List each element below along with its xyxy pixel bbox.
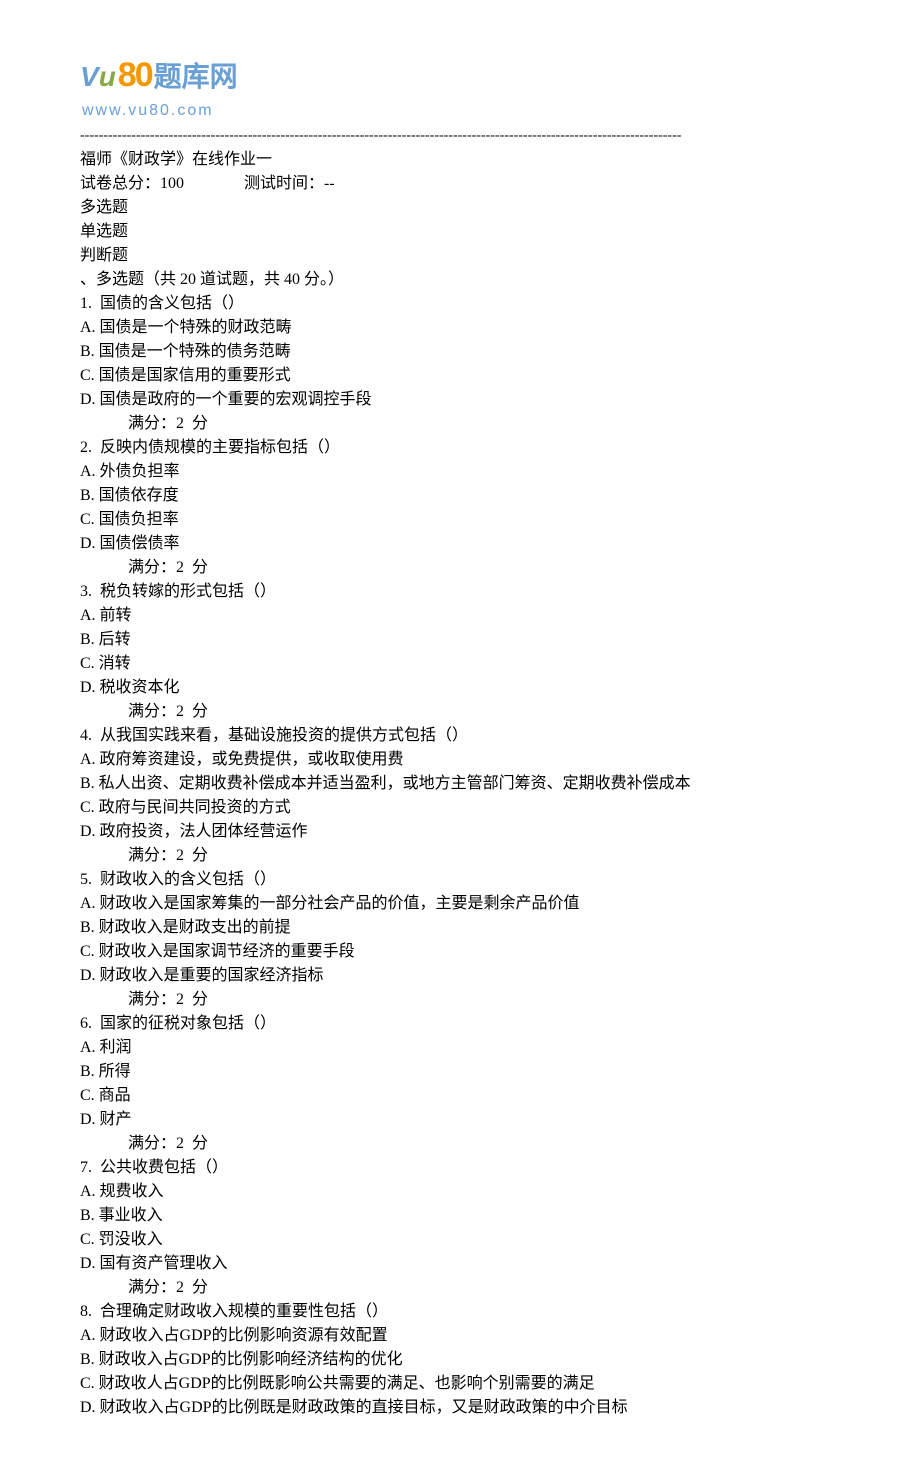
question-option: B. 财政收入占GDP的比例影响经济结构的优化 <box>80 1348 840 1372</box>
question-option: A. 规费收入 <box>80 1180 840 1204</box>
question-stem: 3. 税负转嫁的形式包括（） <box>80 580 840 604</box>
question-option: D. 财政收入是重要的国家经济指标 <box>80 964 840 988</box>
section-single: 单选题 <box>80 220 840 244</box>
section-multi: 多选题 <box>80 196 840 220</box>
question-option: D. 国债是政府的一个重要的宏观调控手段 <box>80 388 840 412</box>
question-option: B. 后转 <box>80 628 840 652</box>
question-option: C. 消转 <box>80 652 840 676</box>
question-score: 满分：2 分 <box>80 556 840 580</box>
question-stem: 5. 财政收入的含义包括（） <box>80 868 840 892</box>
section-header: 、多选题（共 20 道试题，共 40 分。） <box>80 268 840 292</box>
question-option: C. 商品 <box>80 1084 840 1108</box>
logo-cn: 题库网 <box>154 56 238 98</box>
question-option: B. 国债是一个特殊的债务范畴 <box>80 340 840 364</box>
section-judge: 判断题 <box>80 244 840 268</box>
question-option: D. 财产 <box>80 1108 840 1132</box>
question-option: A. 前转 <box>80 604 840 628</box>
question-option: B. 事业收入 <box>80 1204 840 1228</box>
question-option: B. 国债依存度 <box>80 484 840 508</box>
question-option: C. 国债负担率 <box>80 508 840 532</box>
question-option: D. 税收资本化 <box>80 676 840 700</box>
question-score: 满分：2 分 <box>80 1276 840 1300</box>
question-stem: 1. 国债的含义包括（） <box>80 292 840 316</box>
question-option: C. 财政收人占GDP的比例既影响公共需要的满足、也影响个别需要的满足 <box>80 1372 840 1396</box>
question-option: A. 政府筹资建设，或免费提供，或收取使用费 <box>80 748 840 772</box>
question-score: 满分：2 分 <box>80 700 840 724</box>
question-option: D. 政府投资，法人团体经营运作 <box>80 820 840 844</box>
question-score: 满分：2 分 <box>80 1132 840 1156</box>
total-score: 试卷总分：100 <box>80 172 184 196</box>
question-option: C. 政府与民间共同投资的方式 <box>80 796 840 820</box>
question-score: 满分：2 分 <box>80 844 840 868</box>
logo-80: 80 <box>118 50 152 101</box>
logo-v: V <box>80 56 99 98</box>
question-option: C. 财政收入是国家调节经济的重要手段 <box>80 940 840 964</box>
test-time: 测试时间：-- <box>244 172 335 196</box>
logo-u: u <box>99 56 116 98</box>
question-score: 满分：2 分 <box>80 988 840 1012</box>
question-option: D. 国债偿债率 <box>80 532 840 556</box>
questions-container: 1. 国债的含义包括（）A. 国债是一个特殊的财政范畴B. 国债是一个特殊的债务… <box>80 292 840 1420</box>
question-stem: 8. 合理确定财政收入规模的重要性包括（） <box>80 1300 840 1324</box>
document-content: ----------------------------------------… <box>0 125 920 1460</box>
question-stem: 7. 公共收费包括（） <box>80 1156 840 1180</box>
question-stem: 4. 从我国实践来看，基础设施投资的提供方式包括（） <box>80 724 840 748</box>
score-time-line: 试卷总分：100 测试时间：-- <box>80 172 840 196</box>
question-option: B. 私人出资、定期收费补偿成本并适当盈利，或地方主管部门筹资、定期收费补偿成本 <box>80 772 840 796</box>
question-option: A. 财政收入是国家筹集的一部分社会产品的价值，主要是剩余产品价值 <box>80 892 840 916</box>
question-stem: 6. 国家的征税对象包括（） <box>80 1012 840 1036</box>
logo: Vu80题库网 <box>80 50 920 101</box>
question-option: D. 财政收入占GDP的比例既是财政政策的直接目标，又是财政政策的中介目标 <box>80 1396 840 1420</box>
question-option: D. 国有资产管理收入 <box>80 1252 840 1276</box>
divider: ----------------------------------------… <box>80 125 840 146</box>
question-option: A. 利润 <box>80 1036 840 1060</box>
question-score: 满分：2 分 <box>80 412 840 436</box>
question-option: A. 国债是一个特殊的财政范畴 <box>80 316 840 340</box>
document-title: 福师《财政学》在线作业一 <box>80 148 840 172</box>
logo-url: www.vu80.com <box>82 99 920 123</box>
question-option: C. 国债是国家信用的重要形式 <box>80 364 840 388</box>
question-option: A. 外债负担率 <box>80 460 840 484</box>
question-option: A. 财政收入占GDP的比例影响资源有效配置 <box>80 1324 840 1348</box>
logo-area: Vu80题库网 www.vu80.com <box>0 0 920 125</box>
question-option: B. 财政收入是财政支出的前提 <box>80 916 840 940</box>
question-option: C. 罚没收入 <box>80 1228 840 1252</box>
question-option: B. 所得 <box>80 1060 840 1084</box>
question-stem: 2. 反映内债规模的主要指标包括（） <box>80 436 840 460</box>
